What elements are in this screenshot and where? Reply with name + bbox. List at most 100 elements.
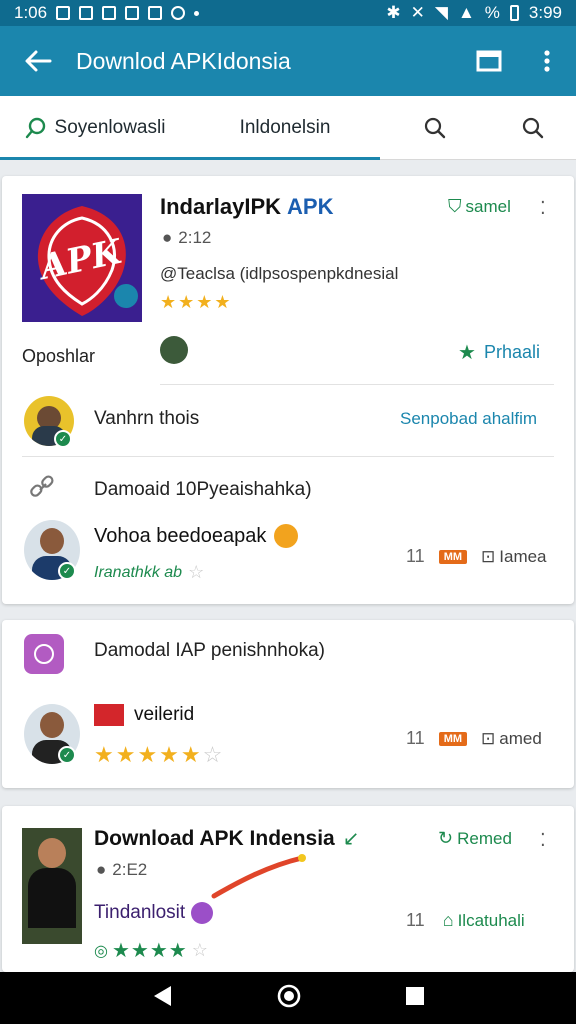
save-label: Remed [457,828,512,848]
search-button[interactable] [380,96,490,160]
window-button[interactable] [460,50,518,72]
star-off-icon: ☆ [188,562,205,582]
tab-indonesia[interactable]: Inldonelsin [190,96,380,160]
save-button[interactable]: ↻ Remed [438,828,512,849]
refresh-icon: ↻ [438,828,454,848]
notification-icon [56,6,71,20]
search-icon [25,117,45,138]
tab-search[interactable]: Soyenlowasli [0,96,190,160]
nav-back-button[interactable] [151,984,173,1013]
app-title: IndarlayIPK [160,194,282,219]
row-text: Damodal IAP penishnhoka) [94,640,325,661]
bookmark-icon: ⊡ [481,728,496,748]
signal-icon: ▲ [457,3,475,22]
overflow-menu-button[interactable] [518,49,576,73]
location-icon: ● [162,228,173,247]
battery-icon [509,5,519,21]
app-card[interactable]: Damodal IAP penishnhoka) ✓ veilerid ★★★★… [2,620,574,788]
arrow-left-icon [25,50,52,72]
meta-label: Iamea [499,546,547,566]
post-time: 2:12 [178,228,212,247]
star-off-icon: ☆ [191,940,208,960]
app-icon [171,6,186,20]
status-time: 1:06 [14,3,48,22]
app-logo[interactable]: APK [22,194,142,322]
nav-home-button[interactable] [276,983,302,1014]
stats-row: 11 ⌂ Ilcatuhali [406,910,525,931]
arrow-annotation-icon [211,854,306,899]
search-icon [522,117,544,138]
user-name: veilerid [134,704,195,725]
emoji-icon [274,524,299,548]
verified-icon: ✓ [54,430,72,448]
primary-label: Prhaali [483,342,540,362]
verified-icon: ✓ [58,746,76,764]
back-button[interactable] [0,49,76,73]
home-button[interactable]: ⌂ Ilcatuhali [443,910,525,931]
row-text: Vanhrn thois [94,408,200,429]
user-name: Vohoa beedoeapak [94,524,267,547]
flag-icon [94,704,124,726]
bookmark-button[interactable]: ⊡ Iamea [481,547,547,567]
recents-square-icon [405,986,424,1005]
bookmark-icon: ⊡ [481,546,496,566]
trend-icon: ↙ [342,828,360,850]
tab-bar: Soyenlowasli Inldonelsin [0,96,576,160]
count: 11 [406,910,425,930]
author-label: Oposhlar [22,346,96,366]
wifi-icon: ◥ [434,3,448,22]
more-options-button[interactable]: ⁚ [540,830,546,851]
thumbnail[interactable] [22,828,82,944]
user-name-row: Tindanlosit [94,902,214,924]
system-nav-bar [0,972,576,1024]
count: 11 [406,546,425,566]
search-icon [424,117,446,138]
back-triangle-icon [154,985,172,1006]
primary-button[interactable]: ★ Prhaali [458,340,540,365]
time-row: ● 2:12 [162,228,211,248]
mute-icon: ✕ [410,3,425,22]
meta-label: Ilcatuhali [457,910,525,930]
count: 11 [406,728,425,748]
star-rating: ★★★★★ ☆ [94,742,225,767]
dot-icon [194,10,200,16]
row-text: Damoaid 10Pyeaishahka) [94,479,312,500]
app-title: Download APK Indensia [94,826,335,850]
notification-icon [102,6,117,20]
bookmark-button[interactable]: ⊡ amed [481,729,542,749]
home-circle-icon [277,984,301,1007]
more-options-button[interactable]: ⁚ [540,198,546,219]
link-icon-row [28,474,56,500]
user-name: Tindanlosit [94,902,186,923]
star-rating: ★★★★ [111,940,188,962]
app-title-row: IndarlayIPK APK [160,194,334,220]
nav-recents-button[interactable] [405,986,425,1011]
save-button[interactable]: ⛉ samel [448,196,511,217]
badge: MM [438,549,468,564]
status-right-time: 3:99 [528,3,562,22]
bluetooth-icon: ✱ [386,3,401,22]
star-rating: ★★★★ [160,292,233,312]
app-bar: Downlod APKIdonsia [0,26,576,96]
home-icon: ⌂ [442,910,454,930]
verified-small-icon: ◎ [94,942,108,960]
search-button-secondary[interactable] [490,96,576,160]
notification-icon [125,6,140,20]
rating-text: Iranathkk ab [94,563,183,581]
app-card[interactable]: Download APK Indensia ↙ ↻ Remed ⁚ ● 2:E2… [2,806,574,972]
app-icon[interactable] [24,634,64,674]
image-icon [148,6,163,20]
avatar[interactable] [160,336,188,364]
app-card[interactable]: APK IndarlayIPK APK ⛉ samel ⁚ ● 2:12 @Te… [2,176,574,604]
verified-icon: ✓ [58,562,76,580]
badge: MM [438,731,468,746]
shield-check-icon: ⛉ [448,196,462,216]
post-time: 2:E2 [112,860,148,879]
rating-row: Iranathkk ab ☆ [94,562,204,583]
link-text[interactable]: Senpobad ahalfim [400,409,537,429]
user-name-row: veilerid [94,704,194,726]
app-title-row: Download APK Indensia ↙ [94,826,360,851]
meta-label: amed [499,728,542,748]
stats-row: 11 MM ⊡ amed [406,728,542,749]
tab-label: Inldonelsin [239,116,331,138]
